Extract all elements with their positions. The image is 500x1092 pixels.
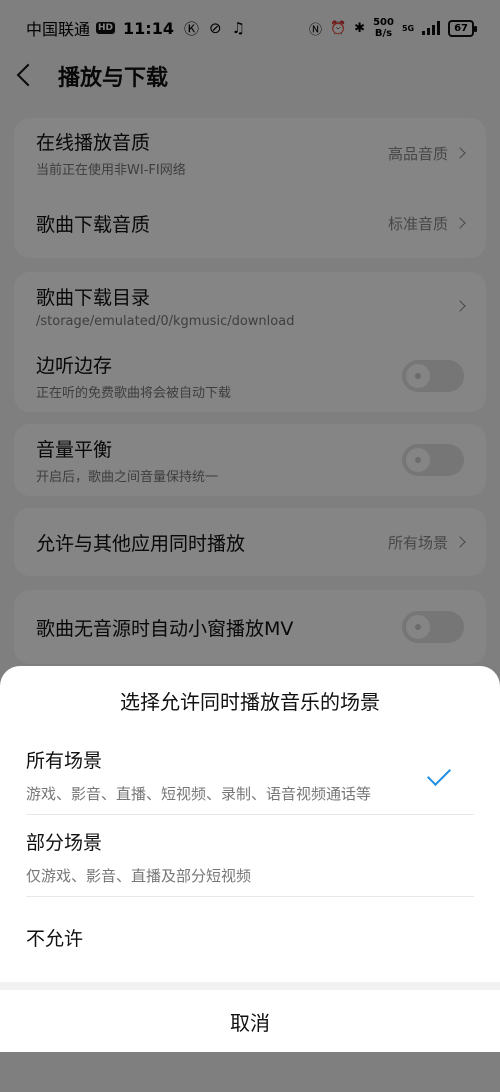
- cancel-button[interactable]: 取消: [0, 990, 500, 1052]
- option-all-scenes[interactable]: 所有场景 游戏、影音、直播、短视频、录制、语音视频通话等: [0, 746, 500, 816]
- sheet-title: 选择允许同时播放音乐的场景: [120, 690, 380, 714]
- sheet-separator: [0, 982, 500, 990]
- option-title: 部分场景: [26, 832, 103, 854]
- option-title: 所有场景: [26, 750, 103, 772]
- option-partial-scenes[interactable]: 部分场景 仅游戏、影音、直播及部分短视频: [0, 828, 500, 898]
- divider: [26, 814, 474, 815]
- option-subtitle: 游戏、影音、直播、短视频、录制、语音视频通话等: [26, 785, 372, 803]
- divider: [26, 896, 474, 897]
- option-not-allowed[interactable]: 不允许: [0, 924, 500, 964]
- option-subtitle: 仅游戏、影音、直播及部分短视频: [26, 867, 252, 885]
- option-title: 不允许: [26, 928, 84, 950]
